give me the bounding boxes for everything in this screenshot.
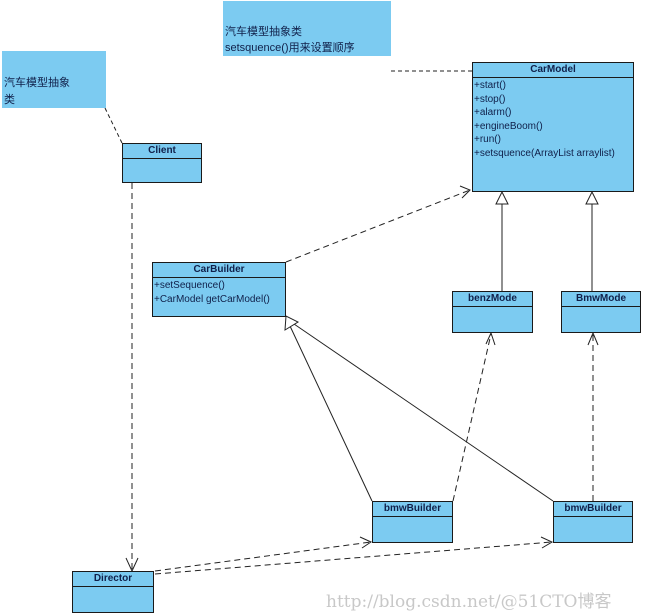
class-bmwmode[interactable]: BmwMode <box>561 291 641 333</box>
dependency-carbuilder-carmodel <box>285 189 471 263</box>
arrowhead-triangle <box>284 315 300 331</box>
operation: +setsquence(ArrayList arraylist) <box>474 147 615 159</box>
note-left-line-2: 类 <box>4 94 15 106</box>
class-name: bmwBuilder <box>554 502 632 517</box>
class-client[interactable]: Client <box>122 143 202 183</box>
note-link-left-client <box>104 107 123 144</box>
dependency-bmwbuilder1-benzmode <box>452 333 492 502</box>
class-name: BmwMode <box>562 292 640 307</box>
note-top: 汽车模型抽象类 setsquence()用来设置顺序 <box>223 1 391 56</box>
dependency-director-bmwbuilder2 <box>154 541 553 575</box>
class-bmwbuilder[interactable]: bmwBuilder <box>372 501 453 543</box>
generalization-bmwbuilder2-carbuilder <box>293 323 554 502</box>
operation: +run() <box>474 134 501 146</box>
class-operations: +setSequence() +CarModel getCarModel() <box>153 278 285 306</box>
note-left: 汽车模型抽象 类 <box>2 51 106 108</box>
class-name: CarBuilder <box>153 263 285 278</box>
arrowhead-open <box>485 331 496 346</box>
watermark: http://blog.csdn.net/@51CTO博客 <box>326 592 612 612</box>
operation: +setSequence() <box>154 280 225 291</box>
class-name: Client <box>123 144 201 159</box>
note-top-line-2: setsquence()用来设置顺序 <box>225 42 355 54</box>
uml-diagram-canvas: 汽车模型抽象类 setsquence()用来设置顺序 汽车模型抽象 类 CarM… <box>0 0 646 616</box>
operation: +start() <box>474 80 506 91</box>
class-operations: +start() +stop() +alarm() +engineBoom() … <box>473 78 633 161</box>
class-carmodel[interactable]: CarModel +start() +stop() +alarm() +engi… <box>472 62 634 192</box>
operation: +engineBoom() <box>474 120 543 132</box>
operation: +stop() <box>474 93 506 105</box>
class-director[interactable]: Director <box>72 571 154 613</box>
class-name: benzMode <box>453 292 532 307</box>
operation: +CarModel getCarModel() <box>154 293 270 305</box>
arrowhead-triangle <box>585 190 599 205</box>
class-name: bmwBuilder <box>373 502 452 517</box>
class-carbuilder[interactable]: CarBuilder +setSequence() +CarModel getC… <box>152 262 286 317</box>
note-top-line-1: 汽车模型抽象类 <box>225 26 302 38</box>
generalization-bmwbuilder1-carbuilder <box>289 325 373 502</box>
operation: +alarm() <box>474 107 512 119</box>
class-name: Director <box>73 572 153 587</box>
note-left-line-1: 汽车模型抽象 <box>4 77 70 89</box>
class-name: CarModel <box>473 63 633 78</box>
class-benzmode[interactable]: benzMode <box>452 291 533 333</box>
arrowhead-triangle <box>495 190 509 205</box>
class-bmwbuilder-2[interactable]: bmwBuilder <box>553 501 633 543</box>
dependency-director-bmwbuilder1 <box>154 541 372 572</box>
